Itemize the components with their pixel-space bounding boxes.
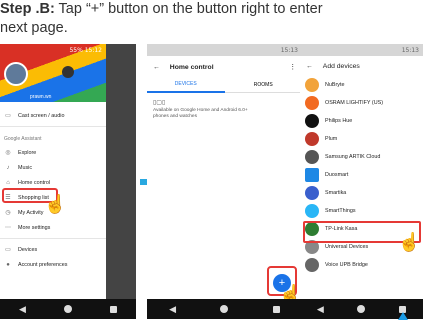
- page-title: Home control: [169, 63, 214, 71]
- cast-icon: ▭: [5, 113, 11, 119]
- menu-label: Home control: [18, 179, 51, 186]
- device-item[interactable]: Samsung ARTIK Cloud: [300, 148, 423, 166]
- back-icon[interactable]: ◀: [19, 304, 26, 314]
- device-name: Universal Devices: [325, 244, 369, 250]
- drawer-header: 55% 15:12 prawn.wn: [0, 44, 106, 102]
- more-icon: ⋯: [5, 225, 11, 231]
- toolbar: ← Add devices: [300, 56, 423, 76]
- navigation-drawer: 55% 15:12 prawn.wn ▭ Cast screen / audio …: [0, 44, 106, 319]
- section-title: Google Assistant: [4, 136, 42, 142]
- status-time: 15:13: [401, 46, 419, 54]
- devices-icon: ▭: [5, 247, 11, 253]
- instruction-caption: Step .B: Tap “+” button on the button ri…: [0, 0, 423, 44]
- home-icon[interactable]: [220, 305, 229, 313]
- device-name: Samsung ARTIK Cloud: [325, 154, 381, 160]
- recents-icon[interactable]: [272, 305, 280, 313]
- lightbulb-icon: ⌂: [6, 179, 10, 186]
- menu-item-devices[interactable]: ▭ Devices: [0, 242, 106, 257]
- device-item[interactable]: Smartika: [300, 184, 423, 202]
- pointer-icon: [398, 312, 408, 320]
- step-label: Step .B:: [0, 1, 55, 17]
- avatar[interactable]: [4, 62, 28, 86]
- menu-label: Cast screen / audio: [18, 112, 65, 119]
- device-name: OSRAM LIGHTIFY (US): [325, 100, 384, 106]
- overflow-menu-icon[interactable]: ⋮: [289, 63, 296, 71]
- device-icons: ▯▢▯: [153, 100, 166, 106]
- device-item[interactable]: Plum: [300, 130, 423, 148]
- menu-label: Devices: [18, 246, 38, 253]
- phone-screen-home-control: 15:13 ← Home control ⋮ DEVICES ROOMS ▯▢▯…: [147, 44, 302, 319]
- menu-item-more-settings[interactable]: ⋯ More settings: [0, 220, 106, 235]
- back-arrow-icon[interactable]: ←: [153, 64, 160, 71]
- scrim[interactable]: [106, 44, 136, 319]
- device-name: Voice UPB Bridge: [325, 262, 368, 268]
- home-icon[interactable]: [63, 305, 72, 313]
- menu-item-explore[interactable]: ◎ Explore: [0, 145, 106, 160]
- recents-icon[interactable]: [109, 305, 117, 313]
- menu-item-cast[interactable]: ▭ Cast screen / audio: [0, 108, 106, 123]
- status-bar: 15:13: [147, 44, 302, 56]
- device-item[interactable]: Philips Hue: [300, 112, 423, 130]
- menu-label: Music: [18, 164, 33, 171]
- device-name: SmartThings: [325, 208, 356, 214]
- device-item[interactable]: NuBryte: [300, 76, 423, 94]
- device-item[interactable]: OSRAM LIGHTIFY (US): [300, 94, 423, 112]
- menu-item-music[interactable]: ♪ Music: [0, 160, 106, 175]
- nubryte-logo-icon: [305, 78, 319, 92]
- device-item[interactable]: Voice UPB Bridge: [300, 256, 423, 274]
- toolbar: ← Home control ⋮: [147, 56, 302, 78]
- menu-label: Explore: [18, 149, 37, 156]
- account-name: prawn.wn: [30, 94, 52, 100]
- tab-devices[interactable]: DEVICES: [147, 77, 225, 93]
- artik-logo-icon: [305, 150, 319, 164]
- osram-logo-icon: [305, 96, 319, 110]
- device-name: Philips Hue: [325, 118, 353, 124]
- back-arrow-icon[interactable]: ←: [306, 63, 313, 70]
- tab-bar: DEVICES ROOMS: [147, 78, 302, 93]
- plum-logo-icon: [305, 132, 319, 146]
- device-name: NuBryte: [325, 82, 345, 88]
- music-icon: ♪: [6, 164, 10, 171]
- menu-label: Account preferences: [18, 261, 68, 268]
- device-name: Duosmart: [325, 172, 349, 178]
- step-text-line2: next page.: [0, 20, 68, 36]
- back-icon[interactable]: ◀: [169, 304, 176, 314]
- divider: [0, 126, 106, 127]
- status-bar: 55% 15:12: [0, 44, 106, 56]
- phone-screen-menu: 55% 15:12 prawn.wn ▭ Cast screen / audio …: [0, 44, 136, 319]
- menu-label: More settings: [18, 224, 51, 231]
- history-icon: ◷: [5, 210, 11, 216]
- duosmart-logo-icon: [305, 168, 319, 182]
- philips-hue-logo-icon: [305, 114, 319, 128]
- menu-label: My Activity: [18, 209, 44, 216]
- status-time: 15:13: [280, 46, 298, 54]
- phone-screen-add-devices: 15:13 ← Add devices NuBryte OSRAM LIGHTI…: [300, 44, 423, 319]
- device-name: Smartika: [325, 190, 347, 196]
- tap-hand-icon: ☝: [44, 194, 67, 214]
- status-time: 55% 15:12: [69, 46, 102, 54]
- android-nav-bar: ◀: [0, 299, 136, 319]
- device-item[interactable]: SmartThings: [300, 202, 423, 220]
- smartthings-logo-icon: [305, 204, 319, 218]
- smartika-logo-icon: [305, 186, 319, 200]
- secondary-avatar[interactable]: [62, 66, 74, 78]
- android-nav-bar: ◀: [147, 299, 302, 319]
- back-icon[interactable]: ◀: [317, 304, 324, 314]
- availability-text: Available on Google Home and Android 6.0…: [153, 108, 248, 119]
- upb-logo-icon: [305, 258, 319, 272]
- tab-rooms[interactable]: ROOMS: [225, 78, 303, 92]
- account-icon: ●: [6, 261, 10, 268]
- tap-hand-icon: ☝: [398, 232, 421, 252]
- step-text: Tap “+” button on the button right to en…: [54, 1, 323, 17]
- status-bar: 15:13: [300, 44, 423, 56]
- explore-icon: ◎: [5, 150, 11, 156]
- page-title: Add devices: [322, 62, 360, 70]
- menu-item-account-preferences[interactable]: ● Account preferences: [0, 257, 106, 272]
- divider: [0, 238, 106, 239]
- device-item-duosmart[interactable]: Duosmart: [300, 166, 423, 184]
- device-name: Plum: [325, 136, 338, 142]
- home-icon[interactable]: [357, 305, 366, 313]
